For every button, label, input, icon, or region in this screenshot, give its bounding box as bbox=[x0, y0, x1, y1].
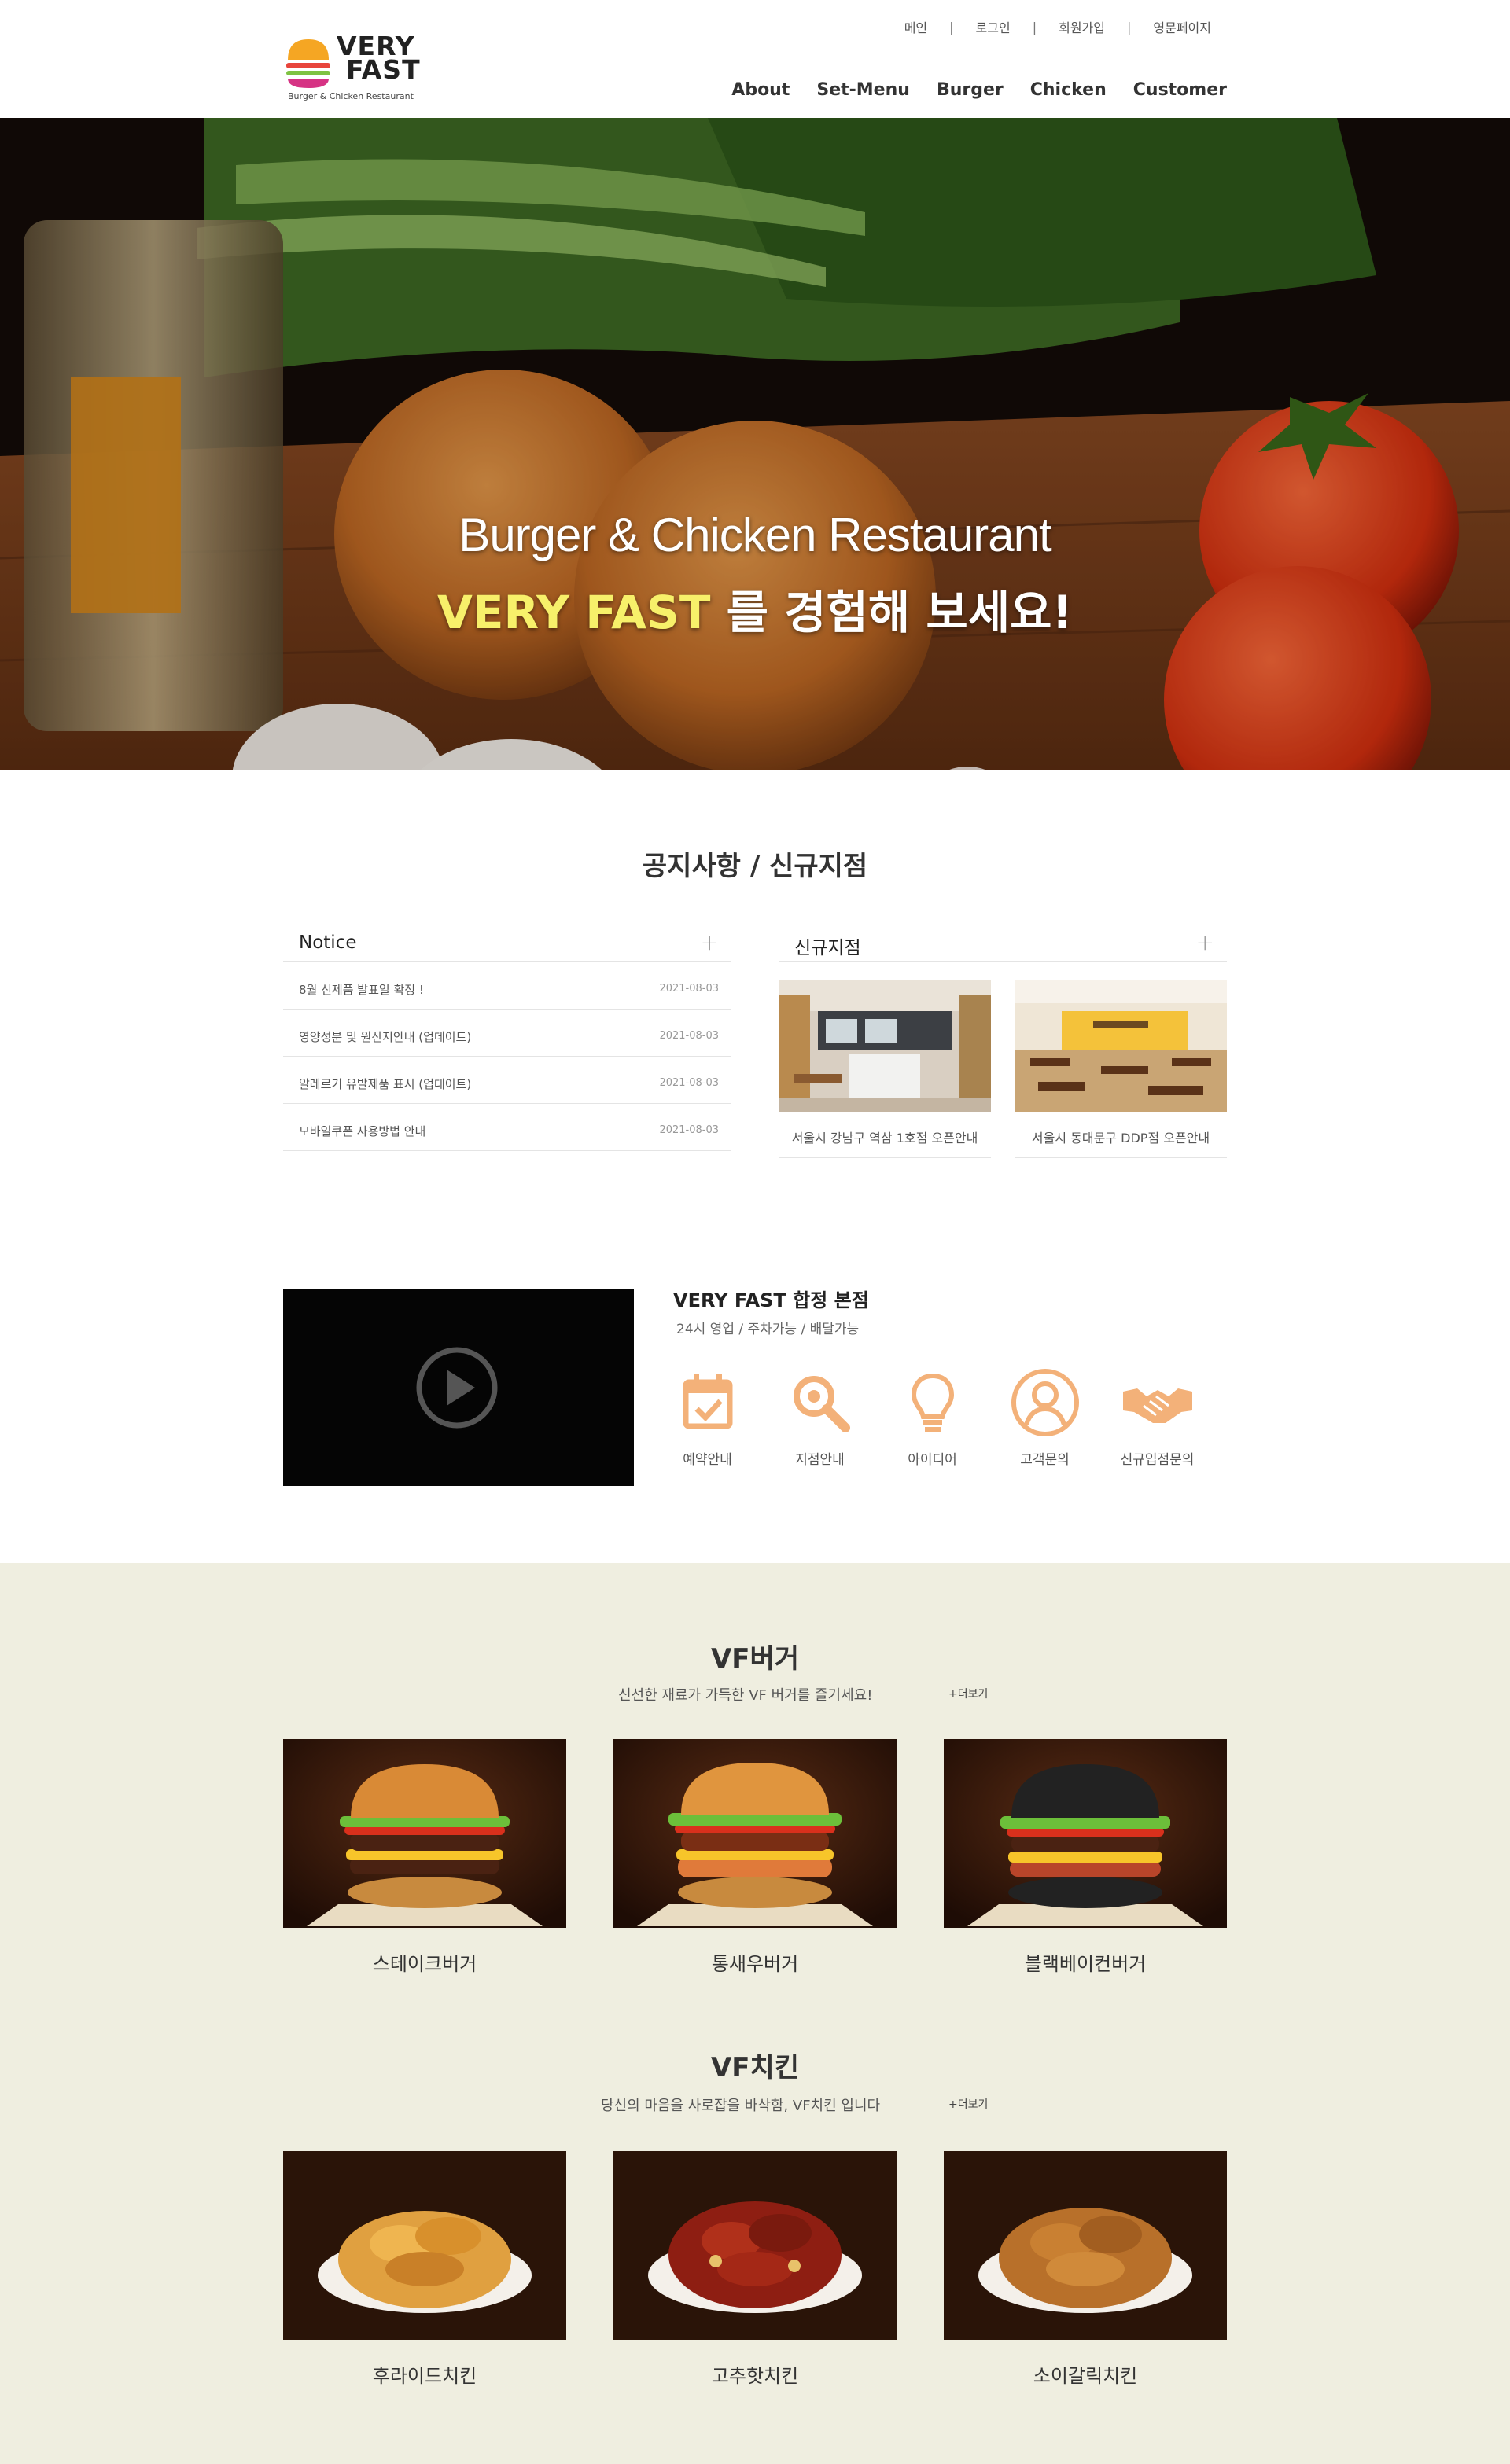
chicken-section-subtitle: 당신의 마음을 사로잡을 바삭함, VF치킨 입니다 bbox=[601, 2098, 881, 2114]
burger-card[interactable]: 블랙베이컨버거 bbox=[944, 1739, 1227, 1976]
notice-item[interactable]: 알레르기 유발제품 표시 (업데이트) 2021-08-03 bbox=[283, 1057, 731, 1104]
video-player[interactable] bbox=[283, 1289, 634, 1486]
quick-menu-label: 신규입점문의 bbox=[1120, 1452, 1195, 1468]
store-list: 서울시 강남구 역삼 1호점 오픈안내 서울시 동대문구 DDP점 오픈안내 bbox=[779, 980, 1227, 1158]
notice-board: Notice + 8월 신제품 발표일 확정 ! 2021-08-03 영양성분 … bbox=[283, 928, 731, 1151]
quick-menu-reservation[interactable]: 예약안내 bbox=[651, 1365, 764, 1468]
branch-title: VERY FAST 합정 본점 bbox=[673, 1289, 869, 1311]
chicken-name: 고추핫치킨 bbox=[711, 2365, 799, 2387]
store-photo bbox=[779, 980, 991, 1112]
user-circle-icon bbox=[1011, 1369, 1079, 1436]
hero-banner: Burger & Chicken Restaurant VERY FAST 를 … bbox=[0, 118, 1510, 770]
burger-card[interactable]: 통새우버거 bbox=[613, 1739, 897, 1976]
chicken-section-title: VF치킨 bbox=[710, 2052, 800, 2083]
chicken-card[interactable]: 소이갈릭치킨 bbox=[944, 2151, 1227, 2388]
quick-menu-label: 지점안내 bbox=[795, 1452, 845, 1468]
chicken-card[interactable]: 고추핫치킨 bbox=[613, 2151, 897, 2388]
store-photo bbox=[1015, 980, 1227, 1112]
store-caption: 서울시 강남구 역삼 1호점 오픈안내 bbox=[791, 1131, 978, 1146]
new-store-more-button[interactable]: + bbox=[1196, 929, 1214, 955]
new-store-board-header: 신규지점 + bbox=[779, 928, 1227, 962]
chicken-list: 후라이드치킨 고추핫치킨 소이갈릭치킨 bbox=[283, 2151, 1227, 2388]
quick-menu-customer[interactable]: 고객문의 bbox=[989, 1365, 1101, 1468]
hero-background-image bbox=[0, 118, 1510, 770]
burger-photo bbox=[613, 1739, 897, 1928]
burger-name: 블랙베이컨버거 bbox=[1024, 1953, 1147, 1975]
quick-menu-label: 아이디어 bbox=[908, 1452, 957, 1468]
notice-item[interactable]: 8월 신제품 발표일 확정 ! 2021-08-03 bbox=[283, 962, 731, 1010]
burger-section-subtitle: 신선한 재료가 가득한 VF 버거를 즐기세요! bbox=[618, 1687, 873, 1704]
burger-section-title: VF버거 bbox=[710, 1643, 800, 1675]
nav-item-customer[interactable]: Customer bbox=[1133, 80, 1227, 100]
chicken-name: 소이갈릭치킨 bbox=[1033, 2365, 1138, 2387]
burger-name: 통새우버거 bbox=[711, 1953, 799, 1975]
quick-menu-label: 고객문의 bbox=[1020, 1452, 1070, 1468]
hero-subtitle-rest: 를 경험해 보세요! bbox=[710, 586, 1073, 639]
burger-card[interactable]: 스테이크버거 bbox=[283, 1739, 566, 1976]
main-nav: About Set-Menu Burger Chicken Customer bbox=[705, 80, 1227, 100]
handshake-icon bbox=[1122, 1388, 1192, 1423]
calendar-check-icon bbox=[683, 1374, 732, 1429]
notice-board-header: Notice + bbox=[283, 928, 731, 962]
chicken-more-link[interactable]: +더보기 bbox=[948, 2096, 988, 2112]
burger-name: 스테이크버거 bbox=[372, 1953, 477, 1975]
brand-word-2: FAST bbox=[346, 54, 421, 85]
store-card[interactable]: 서울시 동대문구 DDP점 오픈안내 bbox=[1015, 980, 1227, 1158]
burger-more-link[interactable]: +더보기 bbox=[948, 1686, 988, 1701]
nav-item-burger[interactable]: Burger bbox=[937, 80, 1004, 100]
chicken-card[interactable]: 후라이드치킨 bbox=[283, 2151, 566, 2388]
site-header: VERY FAST Burger & Chicken Restaurant 메인… bbox=[0, 0, 1510, 118]
burger-logo-icon bbox=[286, 39, 330, 88]
nav-item-about[interactable]: About bbox=[731, 80, 790, 100]
util-link-signup[interactable]: 회원가입 bbox=[1059, 17, 1105, 36]
burger-photo bbox=[283, 1739, 566, 1928]
brand-tagline: Burger & Chicken Restaurant bbox=[288, 91, 414, 101]
quick-menu-idea[interactable]: 아이디어 bbox=[876, 1365, 989, 1468]
burger-list: 스테이크버거 통새우버거 블랙베이컨버거 bbox=[283, 1739, 1227, 1976]
notice-list: 8월 신제품 발표일 확정 ! 2021-08-03 영양성분 및 원산지안내 (… bbox=[283, 962, 731, 1151]
lightbulb-icon bbox=[911, 1373, 954, 1432]
hero-highlight: VERY FAST bbox=[437, 586, 711, 639]
notice-section-title: 공지사항 / 신규지점 bbox=[642, 851, 868, 882]
notice-item[interactable]: 모바일쿠폰 사용방법 안내 2021-08-03 bbox=[283, 1104, 731, 1151]
new-store-board: 신규지점 + 서울시 강남구 역삼 1호점 오픈안내 서울시 동대문구 DDP점… bbox=[779, 928, 1227, 1158]
nav-item-set-menu[interactable]: Set-Menu bbox=[816, 80, 910, 100]
burger-photo bbox=[944, 1739, 1227, 1928]
hero-title: Burger & Chicken Restaurant bbox=[459, 509, 1051, 561]
notice-item[interactable]: 영양성분 및 원산지안내 (업데이트) 2021-08-03 bbox=[283, 1010, 731, 1057]
chicken-photo bbox=[944, 2151, 1227, 2340]
chicken-photo bbox=[283, 2151, 566, 2340]
util-link-english[interactable]: 영문페이지 bbox=[1153, 17, 1211, 36]
chicken-photo bbox=[613, 2151, 897, 2340]
quick-menu-partnership[interactable]: 신규입점문의 bbox=[1101, 1365, 1214, 1468]
branch-info: 24시 영업 / 주차가능 / 배달가능 bbox=[676, 1322, 860, 1337]
util-link-main[interactable]: 메인 bbox=[904, 17, 927, 36]
hero-subtitle: VERY FAST 를 경험해 보세요! bbox=[0, 576, 1510, 642]
notice-board-title: Notice bbox=[299, 932, 357, 953]
store-card[interactable]: 서울시 강남구 역삼 1호점 오픈안내 bbox=[779, 980, 991, 1158]
nav-item-chicken[interactable]: Chicken bbox=[1030, 80, 1107, 100]
quick-menu-location[interactable]: 지점안내 bbox=[764, 1365, 876, 1468]
new-store-board-title: 신규지점 bbox=[794, 938, 861, 958]
branch-quick-menu: 예약안내 지점안내 아이디어 고객문의 신규입점문의 bbox=[651, 1365, 1214, 1468]
util-link-login[interactable]: 로그인 bbox=[976, 17, 1011, 36]
brand-logo[interactable]: VERY FAST Burger & Chicken Restaurant bbox=[283, 33, 433, 104]
quick-menu-label: 예약안내 bbox=[683, 1452, 732, 1468]
utility-nav: 메인 | 로그인 | 회원가입 | 영문페이지 bbox=[904, 17, 1211, 36]
store-caption: 서울시 동대문구 DDP점 오픈안내 bbox=[1031, 1131, 1210, 1146]
search-icon bbox=[793, 1376, 850, 1432]
chicken-name: 후라이드치킨 bbox=[372, 2365, 477, 2387]
play-icon[interactable] bbox=[415, 1346, 499, 1429]
notice-more-button[interactable]: + bbox=[701, 929, 719, 955]
